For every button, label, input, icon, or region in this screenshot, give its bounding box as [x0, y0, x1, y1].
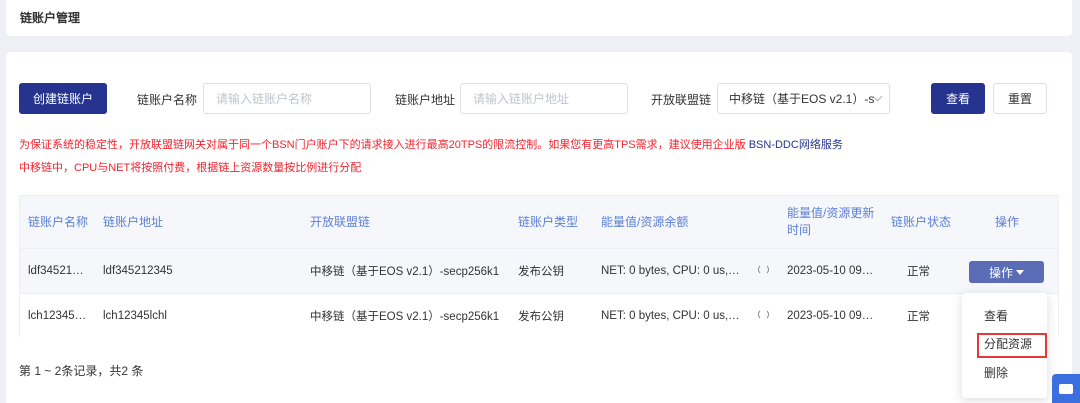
pagination-summary: 第 1 ~ 2条记录，共2 条 — [19, 364, 144, 378]
table-row: lch12345… lch12345lchl 中移链（基于EOS v2.1）-s… — [20, 293, 1058, 338]
account-address-label: 链账户地址 — [395, 93, 456, 107]
cell-status: 正常 — [907, 266, 930, 278]
account-name-label: 链账户名称 — [137, 93, 198, 107]
menu-item-delete[interactable]: 删除 — [962, 364, 1047, 381]
account-name-input[interactable]: 请输入链账户名称 — [203, 83, 371, 114]
col-header-address: 链账户地址 — [103, 214, 164, 229]
cell-name: ldf34521… — [28, 265, 84, 277]
cell-update-time: 2023-05-10 09… — [787, 310, 874, 322]
query-button[interactable]: 查看 — [931, 83, 985, 114]
table-header: 链账户名称 链账户地址 开放联盟链 链账户类型 能量值/资源余额 能量值/资源更… — [20, 196, 1058, 248]
cell-type: 发布公钥 — [518, 266, 564, 278]
col-header-type: 链账户类型 — [518, 214, 579, 229]
main-content-card: 创建链账户 链账户名称 请输入链账户名称 链账户地址 请输入链账户地址 开放联盟… — [6, 52, 1072, 403]
tps-notice: 为保证系统的稳定性，开放联盟链网关对属于同一个BSN门户账户下的请求接入进行最高… — [19, 136, 843, 152]
row-action-button[interactable]: 操作 — [969, 261, 1044, 283]
page-header-card: 链账户管理 — [6, 0, 1072, 36]
refresh-icon[interactable] — [758, 309, 769, 320]
col-header-energy: 能量值/资源余额 — [601, 214, 689, 229]
chat-widget-button[interactable] — [1052, 374, 1080, 403]
create-account-button[interactable]: 创建链账户 — [19, 83, 107, 114]
resource-notice: 中移链中，CPU与NET将按照付费，根据链上资源数量按比例进行分配 — [19, 162, 362, 174]
bsn-ddc-link[interactable]: BSN-DDC网络服务 — [749, 139, 843, 151]
col-header-chain: 开放联盟链 — [310, 214, 371, 229]
col-header-name: 链账户名称 — [28, 214, 89, 229]
chain-select[interactable]: 中移链（基于EOS v2.1）-s — [717, 83, 890, 114]
menu-item-view[interactable]: 查看 — [962, 307, 1047, 324]
caret-down-icon — [1016, 269, 1024, 275]
chat-icon — [1059, 383, 1073, 394]
chain-select-label: 开放联盟链 — [651, 93, 712, 107]
cell-address: ldf345212345 — [103, 265, 173, 277]
cell-update-time: 2023-05-10 09… — [787, 265, 874, 277]
tps-notice-text: 为保证系统的稳定性，开放联盟链网关对属于同一个BSN门户账户下的请求接入进行最高… — [19, 139, 749, 151]
col-header-action: 操作 — [995, 214, 1020, 229]
cell-address: lch12345lchl — [103, 310, 167, 322]
cell-status: 正常 — [907, 311, 930, 323]
table-row: ldf34521… ldf345212345 中移链（基于EOS v2.1）-s… — [20, 248, 1058, 293]
accounts-table: 链账户名称 链账户地址 开放联盟链 链账户类型 能量值/资源余额 能量值/资源更… — [19, 195, 1059, 338]
cell-type: 发布公钥 — [518, 311, 564, 323]
highlight-box — [977, 333, 1047, 358]
cell-energy: NET: 0 bytes, CPU: 0 us,… — [601, 310, 740, 322]
reset-button[interactable]: 重置 — [993, 83, 1047, 114]
col-header-status: 链账户状态 — [891, 214, 952, 229]
cell-energy: NET: 0 bytes, CPU: 0 us,… — [601, 265, 740, 277]
col-header-update-time: 能量值/资源更新 时间 — [787, 206, 875, 237]
refresh-icon[interactable] — [758, 264, 769, 275]
row-action-label: 操作 — [988, 265, 1013, 280]
chain-select-value: 中移链（基于EOS v2.1）-s — [729, 92, 875, 106]
cell-chain: 中移链（基于EOS v2.1）-secp256k1 — [310, 266, 500, 278]
account-address-input[interactable]: 请输入链账户地址 — [460, 83, 628, 114]
cell-name: lch12345… — [28, 310, 87, 322]
cell-chain: 中移链（基于EOS v2.1）-secp256k1 — [310, 311, 500, 323]
page-title: 链账户管理 — [20, 11, 81, 25]
